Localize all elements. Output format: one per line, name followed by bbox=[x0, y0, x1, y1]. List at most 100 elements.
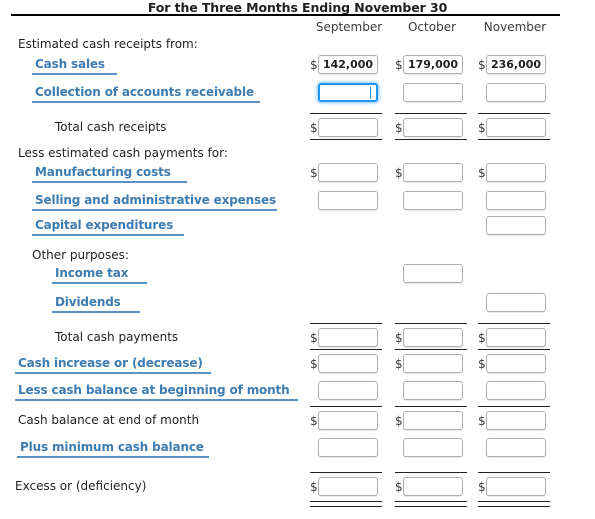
row-label-manufacturing_costs[interactable]: Manufacturing costs bbox=[35, 163, 171, 181]
input-cash_sales-november[interactable] bbox=[486, 55, 546, 74]
currency-symbol-cash_increase_or_decrease-november: $ bbox=[478, 357, 486, 371]
currency-symbol-total_cash_receipts-october: $ bbox=[395, 121, 403, 135]
row-label-total_cash_payments: Total cash payments bbox=[55, 330, 179, 344]
currency-symbol-excess_or_deficiency-november: $ bbox=[478, 480, 486, 494]
row-label-less_estimated_cash_payments_for: Less estimated cash payments for: bbox=[18, 146, 228, 160]
row-label-underline-dividends bbox=[52, 311, 140, 313]
input-total_cash_payments-october[interactable] bbox=[403, 328, 463, 347]
input-cash_sales-october[interactable] bbox=[403, 55, 463, 74]
row-cash_increase_or_decrease: Cash increase or (decrease) $ $ $ bbox=[0, 349, 595, 380]
input-manufacturing_costs-november[interactable] bbox=[486, 163, 546, 182]
input-less_cash_balance_at_beginning_of_month-november[interactable] bbox=[486, 381, 546, 400]
currency-symbol-excess_or_deficiency-october: $ bbox=[395, 480, 403, 494]
currency-symbol-cash_increase_or_decrease-september: $ bbox=[310, 357, 318, 371]
text-caret bbox=[370, 87, 371, 99]
row-label-other_purposes: Other purposes: bbox=[32, 248, 129, 262]
input-cash_increase_or_decrease-october[interactable] bbox=[403, 354, 463, 373]
title-rule bbox=[11, 14, 560, 16]
row-label-underline-collection_of_accounts_receivable bbox=[32, 101, 260, 103]
total-double-rule-november bbox=[478, 501, 550, 507]
subtotal-rule-september bbox=[310, 323, 382, 324]
input-cash_sales-september[interactable] bbox=[318, 55, 378, 74]
row-label-underline-plus_minimum_cash_balance bbox=[17, 456, 209, 458]
input-dividends-november[interactable] bbox=[486, 293, 546, 312]
input-manufacturing_costs-september[interactable] bbox=[318, 163, 378, 182]
currency-symbol-total_cash_receipts-september: $ bbox=[310, 121, 318, 135]
input-excess_or_deficiency-november[interactable] bbox=[486, 477, 546, 496]
row-label-excess_or_deficiency: Excess or (deficiency) bbox=[15, 479, 147, 493]
input-plus_minimum_cash_balance-october[interactable] bbox=[403, 438, 463, 457]
currency-symbol-cash_sales-october: $ bbox=[395, 58, 403, 72]
subtotal-rule-september bbox=[310, 406, 382, 407]
currency-symbol-total_cash_payments-november: $ bbox=[478, 331, 486, 345]
subtotal-rule-october bbox=[395, 323, 467, 324]
total-double-rule-october bbox=[395, 501, 467, 507]
row-label-cash_increase_or_decrease[interactable]: Cash increase or (decrease) bbox=[18, 354, 203, 372]
input-selling_and_administrative_expenses-november[interactable] bbox=[486, 191, 546, 210]
row-cash_balance_at_end_of_month: Cash balance at end of month $ $ $ bbox=[0, 406, 595, 437]
row-manufacturing_costs: Manufacturing costs $ $ $ bbox=[0, 163, 595, 189]
row-plus_minimum_cash_balance: Plus minimum cash balance bbox=[0, 438, 595, 464]
input-total_cash_payments-september[interactable] bbox=[318, 328, 378, 347]
input-plus_minimum_cash_balance-november[interactable] bbox=[486, 438, 546, 457]
row-label-underline-selling_and_administrative_expenses bbox=[32, 209, 277, 211]
row-total_cash_payments: Total cash payments $ $ $ bbox=[0, 323, 595, 354]
input-capital_expenditures-november[interactable] bbox=[486, 216, 546, 235]
row-label-underline-cash_sales bbox=[32, 73, 117, 75]
input-excess_or_deficiency-september[interactable] bbox=[318, 477, 378, 496]
currency-symbol-manufacturing_costs-october: $ bbox=[395, 166, 403, 180]
input-plus_minimum_cash_balance-september[interactable] bbox=[318, 438, 378, 457]
input-cash_increase_or_decrease-november[interactable] bbox=[486, 354, 546, 373]
row-label-dividends[interactable]: Dividends bbox=[55, 293, 121, 311]
row-label-income_tax[interactable]: Income tax bbox=[55, 264, 128, 282]
input-excess_or_deficiency-october[interactable] bbox=[403, 477, 463, 496]
row-label-total_cash_receipts: Total cash receipts bbox=[55, 120, 167, 134]
input-cash_increase_or_decrease-september[interactable] bbox=[318, 354, 378, 373]
row-excess_or_deficiency: Excess or (deficiency) $ $ $ bbox=[0, 472, 595, 507]
input-cash_balance_at_end_of_month-september[interactable] bbox=[318, 411, 378, 430]
input-cash_balance_at_end_of_month-november[interactable] bbox=[486, 411, 546, 430]
subtotal-rule-november bbox=[478, 472, 550, 473]
currency-symbol-cash_sales-september: $ bbox=[310, 58, 318, 72]
row-label-capital_expenditures[interactable]: Capital expenditures bbox=[35, 216, 173, 234]
input-collection_of_accounts_receivable-october[interactable] bbox=[403, 83, 463, 102]
input-total_cash_receipts-november[interactable] bbox=[486, 118, 546, 137]
input-total_cash_receipts-september[interactable] bbox=[318, 118, 378, 137]
input-collection_of_accounts_receivable-september[interactable] bbox=[318, 83, 378, 102]
row-dividends: Dividends bbox=[0, 293, 595, 319]
input-less_cash_balance_at_beginning_of_month-october[interactable] bbox=[403, 381, 463, 400]
currency-symbol-manufacturing_costs-september: $ bbox=[310, 166, 318, 180]
input-selling_and_administrative_expenses-october[interactable] bbox=[403, 191, 463, 210]
input-total_cash_payments-november[interactable] bbox=[486, 328, 546, 347]
subtotal-rule-october bbox=[395, 139, 467, 140]
subtotal-rule-september bbox=[310, 139, 382, 140]
row-label-less_cash_balance_at_beginning_of_month[interactable]: Less cash balance at beginning of month bbox=[18, 381, 290, 399]
currency-symbol-cash_balance_at_end_of_month-october: $ bbox=[395, 414, 403, 428]
row-label-cash_sales[interactable]: Cash sales bbox=[35, 55, 105, 73]
subtotal-rule-october bbox=[395, 406, 467, 407]
row-label-selling_and_administrative_expenses[interactable]: Selling and administrative expenses bbox=[35, 191, 276, 209]
input-total_cash_receipts-october[interactable] bbox=[403, 118, 463, 137]
row-cash_sales: Cash sales $ $ $ bbox=[0, 55, 595, 81]
currency-symbol-cash_balance_at_end_of_month-september: $ bbox=[310, 414, 318, 428]
subtotal-rule-september bbox=[310, 349, 382, 350]
row-capital_expenditures: Capital expenditures bbox=[0, 216, 595, 242]
input-selling_and_administrative_expenses-september[interactable] bbox=[318, 191, 378, 210]
row-label-plus_minimum_cash_balance[interactable]: Plus minimum cash balance bbox=[20, 438, 204, 456]
currency-symbol-total_cash_payments-october: $ bbox=[395, 331, 403, 345]
subtotal-rule-november bbox=[478, 349, 550, 350]
row-total_cash_receipts: Total cash receipts $ $ $ bbox=[0, 113, 595, 144]
currency-symbol-total_cash_receipts-november: $ bbox=[478, 121, 486, 135]
currency-symbol-cash_balance_at_end_of_month-november: $ bbox=[478, 414, 486, 428]
row-income_tax: Income tax bbox=[0, 264, 595, 290]
row-selling_and_administrative_expenses: Selling and administrative expenses bbox=[0, 191, 595, 217]
input-less_cash_balance_at_beginning_of_month-september[interactable] bbox=[318, 381, 378, 400]
row-label-collection_of_accounts_receivable[interactable]: Collection of accounts receivable bbox=[35, 83, 254, 101]
subtotal-rule-november bbox=[478, 323, 550, 324]
row-label-underline-less_cash_balance_at_beginning_of_month bbox=[15, 399, 298, 401]
input-cash_balance_at_end_of_month-october[interactable] bbox=[403, 411, 463, 430]
input-collection_of_accounts_receivable-november[interactable] bbox=[486, 83, 546, 102]
input-income_tax-october[interactable] bbox=[403, 264, 463, 283]
row-label-cash_balance_at_end_of_month: Cash balance at end of month bbox=[18, 413, 200, 427]
input-manufacturing_costs-october[interactable] bbox=[403, 163, 463, 182]
